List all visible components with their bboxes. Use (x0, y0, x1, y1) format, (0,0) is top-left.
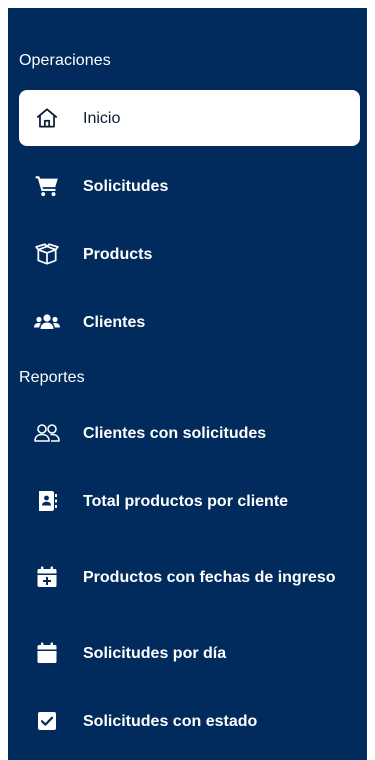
sidebar-item-clientes-con-solicitudes[interactable]: Clientes con solicitudes (19, 405, 360, 461)
section-title-reportes: Reportes (19, 369, 85, 386)
section-title-operaciones: Operaciones (19, 52, 111, 69)
cart-icon (33, 172, 61, 200)
checkbox-icon (33, 707, 61, 735)
calendar-icon (33, 639, 61, 667)
sidebar-item-total-productos-por-cliente[interactable]: Total productos por cliente (19, 473, 360, 529)
sidebar-item-solicitudes-con-estado[interactable]: Solicitudes con estado (19, 693, 360, 749)
sidebar-item-products[interactable]: Products (19, 226, 360, 282)
sidebar-item-productos-con-fechas-de-ingreso[interactable]: Productos con fechas de ingreso (19, 541, 360, 613)
users-outline-icon (33, 419, 61, 447)
contact-book-icon (33, 487, 61, 515)
sidebar: Operaciones Inicio Solicitudes Products … (8, 8, 367, 760)
sidebar-item-label: Clientes con solicitudes (83, 424, 267, 442)
sidebar-item-label: Total productos por cliente (83, 492, 289, 510)
sidebar-item-label: Solicitudes (83, 177, 169, 195)
sidebar-item-label: Clientes (83, 313, 146, 331)
sidebar-item-solicitudes[interactable]: Solicitudes (19, 158, 360, 214)
sidebar-item-inicio[interactable]: Inicio (19, 90, 360, 146)
users-icon (33, 308, 61, 336)
sidebar-item-solicitudes-por-dia[interactable]: Solicitudes por día (19, 625, 360, 681)
home-icon (33, 104, 61, 132)
calendar-plus-icon (33, 563, 61, 591)
sidebar-item-clientes[interactable]: Clientes (19, 294, 360, 350)
sidebar-item-label: Inicio (83, 109, 121, 127)
sidebar-item-label: Solicitudes con estado (83, 712, 258, 730)
sidebar-item-label: Products (83, 245, 153, 263)
sidebar-item-label: Productos con fechas de ingreso (83, 568, 336, 586)
box-icon (33, 240, 61, 268)
sidebar-item-label: Solicitudes por día (83, 644, 227, 662)
